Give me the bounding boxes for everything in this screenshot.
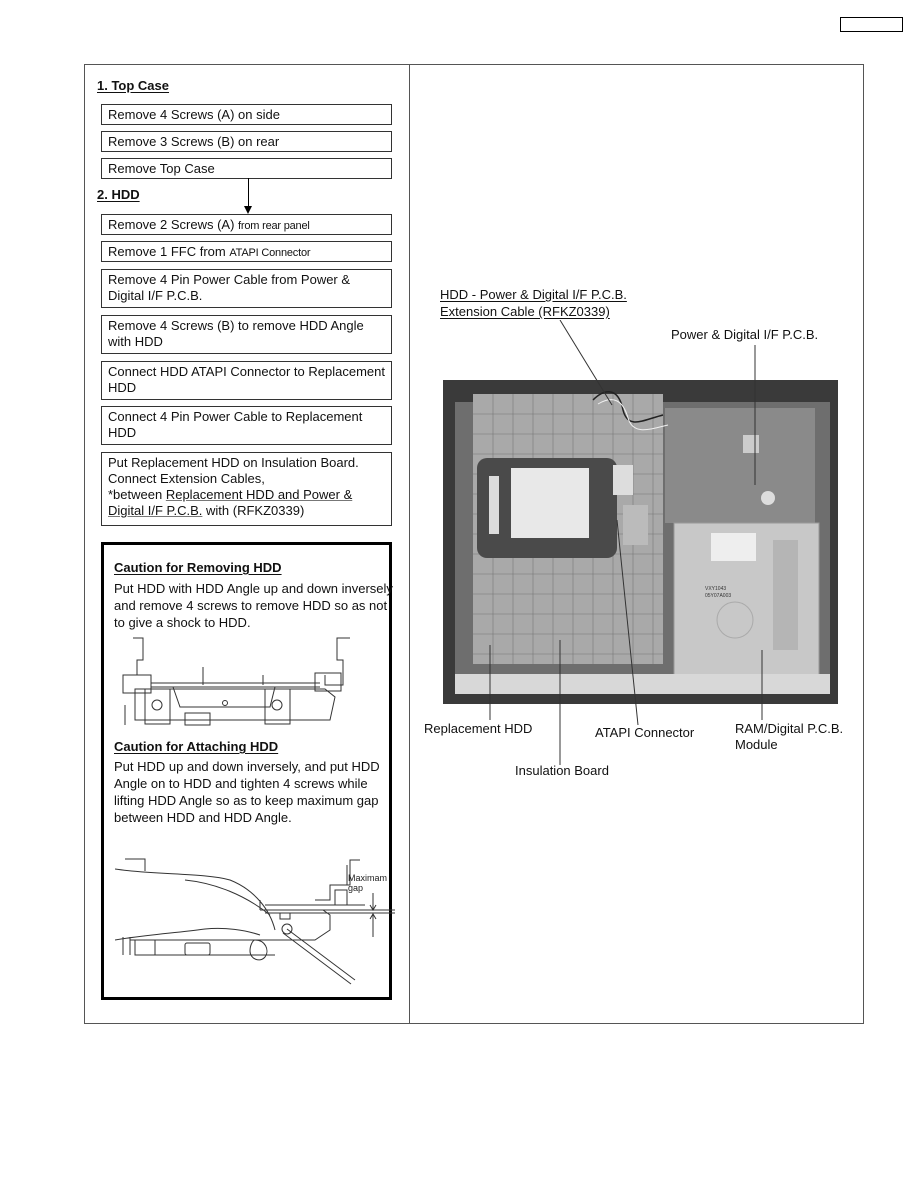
column-divider [409, 64, 410, 1024]
step-line-underlined: Replacement HDD and Power & [165, 487, 353, 502]
step-line-suffix: with (RFKZ0339) [202, 503, 305, 518]
callout-atapi-connector: ATAPI Connector [595, 725, 695, 740]
step-remove-power-cable: Remove 4 Pin Power Cable from Power & Di… [101, 269, 392, 308]
callout-ram-module-line2: Module [735, 737, 778, 752]
step-remove-ffc: Remove 1 FFC from ATAPI Connector [101, 241, 392, 262]
step-line-prefix: *between [108, 487, 166, 502]
callout-insulation-board: Insulation Board [515, 763, 609, 778]
hdd-angle-removal-illustration [122, 637, 350, 726]
step-text: Remove 1 FFC from [108, 244, 230, 259]
leader-extension-cable [559, 320, 613, 406]
gap-label-line2: gap [348, 883, 364, 893]
gap-label-line1: Maximam [348, 873, 388, 883]
step-connect-atapi: Connect HDD ATAPI Connector to Replaceme… [101, 361, 392, 400]
page-number-box [840, 17, 903, 32]
caution-attaching-text: Put HDD up and down inversely, and put H… [114, 759, 380, 825]
leader-atapi-connector [616, 519, 639, 726]
step-text-small: from rear panel [238, 220, 310, 232]
caution-removing-title: Caution for Removing HDD [114, 560, 282, 575]
flow-arrow-head-icon [244, 206, 252, 214]
step-remove-rear-screws: Remove 3 Screws (B) on rear [101, 131, 392, 152]
maximum-gap-label: Maximam gap [348, 873, 387, 893]
section-heading-top-case: 1. Top Case [97, 78, 170, 93]
flow-arrow-line [248, 178, 249, 208]
caution-removing-text: Put HDD with HDD Angle up and down inver… [114, 581, 393, 630]
step-line: Connect Extension Cables, [108, 471, 265, 486]
step-text: Remove 2 Screws (A) [108, 217, 239, 232]
step-connect-power-cable: Connect 4 Pin Power Cable to Replacement… [101, 406, 392, 445]
callout-extension-cable-line2: Extension Cable (RFKZ0339) [440, 304, 610, 319]
step-remove-side-screws: Remove 4 Screws (A) on side [101, 104, 392, 125]
step-text-small: ATAPI Connector [229, 247, 311, 259]
step-put-replacement-hdd: Put Replacement HDD on Insulation Board.… [101, 452, 392, 526]
step-remove-rear-panel-screws: Remove 2 Screws (A) from rear panel [101, 214, 392, 235]
step-remove-hdd-angle: Remove 4 Screws (B) to remove HDD Angle … [101, 315, 392, 354]
callout-ram-module-line1: RAM/Digital P.C.B. [735, 721, 844, 736]
step-remove-top-case: Remove Top Case [101, 158, 392, 179]
step-line: Put Replacement HDD on Insulation Board. [108, 455, 359, 470]
section-heading-hdd: 2. HDD [97, 187, 140, 202]
step-line-underlined: Digital I/F P.C.B. [108, 503, 203, 518]
callout-leader-lines [489, 320, 763, 765]
caution-attaching-title: Caution for Attaching HDD [114, 739, 279, 754]
callout-extension-cable-line1: HDD - Power & Digital I/F P.C.B. [440, 287, 627, 302]
callout-replacement-hdd: Replacement HDD [424, 721, 533, 736]
